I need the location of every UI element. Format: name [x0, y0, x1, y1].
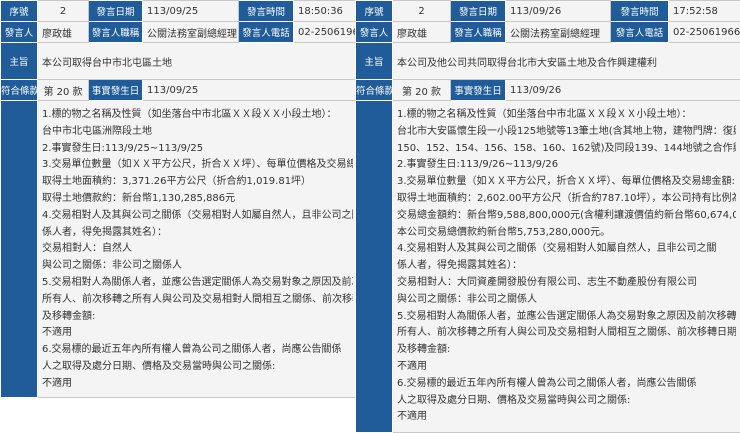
body-line: 取得土地面積約：3,371.26平方公尺（折合約1,019.81坪）	[42, 176, 312, 188]
body-line: 不適用	[42, 377, 72, 389]
subject-value: 本公司及他公司共同取得台北市大安區土地及合作興建權利	[392, 42, 740, 80]
speaker-title-value: 公關法務室副總經理	[142, 21, 239, 43]
time-value: 18:50:36	[293, 0, 358, 22]
body-line: 6.交易標的最近五年內所有權人曾為公司之關係人者，尚應公告關係	[42, 344, 342, 356]
event-date-value: 113/09/26	[505, 79, 740, 101]
body-line: 人之取得及處分日期、價格及交易當時與公司之關係:	[397, 394, 631, 406]
body-line: 與公司之關係：非公司之關係人	[42, 260, 182, 272]
body-line: 4.交易相對人及其與公司之關係（交易相對人如屬自然人，且非公司之關	[42, 209, 353, 221]
body-line: 取得土地面積約：2,602.00平方公尺（折合約787.10坪），本公司持有比例…	[397, 192, 736, 204]
body-line: 與公司之關係：非公司之關係人	[397, 293, 537, 305]
phone-value: 02-25061966	[668, 21, 740, 43]
body-line: 本公司交易總價款約新台幣5,753,280,000元。	[397, 226, 611, 238]
body-line: 台北市大安區懷生段一小段125地號等13筆土地(含其地上物，建物門牌：復興南路一…	[397, 125, 736, 137]
date-label: 發言日期	[88, 0, 143, 22]
time-label: 發言時間	[238, 0, 294, 22]
speaker-title-label: 發言人職稱	[450, 21, 506, 43]
body-line: 及移轉金額:	[42, 310, 96, 322]
speaker-value: 廖政雄	[392, 21, 451, 43]
body-line: 2.事實發生日:113/9/25~113/9/25	[42, 142, 204, 154]
subject-value: 本公司取得台中市北屯區土地	[37, 42, 358, 80]
body-line: 3.交易單位數量（如ＸＸ平方公尺，折合ＸＸ坪）、每單位價格及交易總金額:	[397, 176, 735, 188]
body-line: 不適用	[42, 327, 72, 339]
date-label: 發言日期	[450, 0, 506, 22]
body-line: 交易相對人：大同資產開發股份有限公司、志生不動產股份有限公司	[397, 276, 697, 288]
subject-label: 主旨	[0, 42, 38, 80]
body-line: 1.標的物之名稱及性質（如坐落台中市北區ＸＸ段ＸＸ小段土地）：	[42, 109, 337, 120]
body-line: 係人者，得免揭露其姓名）：	[397, 260, 522, 272]
time-value: 17:52:58	[668, 0, 740, 22]
body-line: 不適用	[397, 411, 427, 423]
clause-value: 第 20 款	[37, 79, 89, 101]
announcement-body: 1.標的物之名稱及性質（如坐落台中市北區ＸＸ段ＸＸ小段土地）： 台北市大安區懷生段…	[392, 100, 740, 433]
phone-label: 發言人電話	[610, 21, 669, 43]
body-line: 3.交易單位數量（如ＸＸ平方公尺，折合ＸＸ坪）、每單位價格及交易總金額:	[42, 159, 353, 171]
body-line: 人之取得及處分日期、價格及交易當時與公司之關係:	[42, 360, 276, 372]
clause-label: 符合條款	[355, 79, 393, 101]
announcement-right: 序號 2 發言日期 113/09/26 發言時間 17:52:58 發言人 廖政…	[355, 0, 740, 433]
announcement-body: 1.標的物之名稱及性質（如坐落台中市北區ＸＸ段ＸＸ小段土地）： 台中市北屯區洲際段…	[37, 100, 358, 398]
body-line: 取得土地價款約：新台幣1,130,285,886元	[42, 192, 236, 204]
body-line: 交易總金額約：新台幣9,588,800,000元(含權利讓渡價值約新台幣60,6…	[397, 209, 736, 221]
event-date-value: 113/09/25	[142, 79, 358, 101]
speaker-value: 廖政雄	[37, 21, 89, 43]
subject-label: 主旨	[355, 42, 393, 80]
speaker-title-value: 公關法務室副總經理	[505, 21, 611, 43]
body-line: 不適用	[397, 360, 427, 372]
speaker-label: 發言人	[0, 21, 38, 43]
event-date-label: 事實發生日	[88, 79, 143, 101]
body-line: 係人者，得免揭露其姓名）：	[42, 226, 167, 238]
phone-label: 發言人電話	[238, 21, 294, 43]
body-side	[0, 100, 38, 398]
event-date-label: 事實發生日	[450, 79, 506, 101]
speaker-title-label: 發言人職稱	[88, 21, 143, 43]
clause-label: 符合條款	[0, 79, 38, 101]
body-line: 6.交易標的最近五年內所有權人曾為公司之關係人者，尚應公告關係	[397, 377, 697, 389]
phone-value: 02-25061966	[293, 21, 358, 43]
announcement-table: 序號 2 發言日期 113/09/26 發言時間 17:52:58 發言人 廖政…	[355, 0, 740, 433]
announcement-table: 序號 2 發言日期 113/09/25 發言時間 18:50:36 發言人 廖政…	[0, 0, 358, 398]
seq-label: 序號	[0, 0, 38, 22]
seq-label: 序號	[355, 0, 393, 22]
time-label: 發言時間	[610, 0, 669, 22]
announcement-left: 序號 2 發言日期 113/09/25 發言時間 18:50:36 發言人 廖政…	[0, 0, 358, 398]
body-line: 所有人、前次移轉之所有人與公司及交易相對人間相互之關係、前次移轉日期	[42, 293, 353, 305]
speaker-label: 發言人	[355, 21, 393, 43]
date-value: 113/09/25	[142, 0, 239, 22]
body-side	[355, 100, 393, 433]
body-line: 2.事實發生日:113/9/26~113/9/26	[397, 159, 559, 171]
body-line: 4.交易相對人及其與公司之關係（交易相對人如屬自然人，且非公司之關	[397, 243, 717, 255]
body-line: 150、152、154、156、158、160、162號)及同段139、144地…	[397, 142, 736, 154]
body-line: 所有人、前次移轉之所有人與公司及交易相對人間相互之關係、前次移轉日期	[397, 327, 736, 339]
body-line: 1.標的物之名稱及性質（如坐落台中市北區ＸＸ段ＸＸ小段土地）：	[397, 109, 692, 120]
body-line: 及移轉金額:	[397, 344, 451, 356]
date-value: 113/09/26	[505, 0, 611, 22]
seq-value: 2	[392, 0, 451, 22]
body-line: 交易相對人：自然人	[42, 243, 132, 255]
body-line: 台中市北屯區洲際段土地	[42, 125, 152, 137]
seq-value: 2	[37, 0, 89, 22]
clause-value: 第 20 款	[392, 79, 451, 101]
body-line: 5.交易相對人為關係人者，並應公告選定關係人為交易對象之原因及前次移轉之	[42, 276, 353, 288]
body-line: 5.交易相對人為關係人者，並應公告選定關係人為交易對象之原因及前次移轉之	[397, 310, 736, 322]
